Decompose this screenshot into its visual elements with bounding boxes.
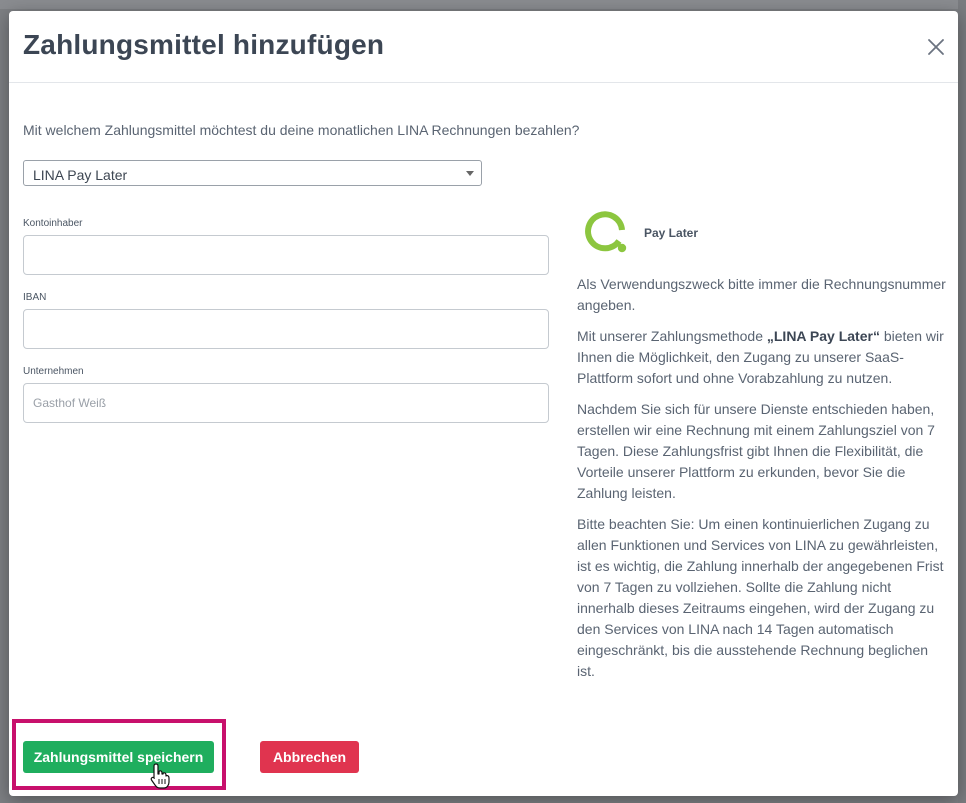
company-label: Unternehmen bbox=[23, 366, 84, 377]
backdrop-panel bbox=[958, 0, 966, 803]
info-emphasis: „LINA Pay Later“ bbox=[766, 328, 880, 344]
info-paragraph: Bitte beachten Sie: Um einen kontinuierl… bbox=[577, 516, 944, 679]
cancel-button[interactable]: Abbrechen bbox=[260, 741, 359, 773]
close-button[interactable] bbox=[925, 36, 947, 58]
iban-input[interactable] bbox=[23, 309, 549, 349]
backdrop-strip bbox=[0, 0, 966, 9]
company-input[interactable] bbox=[23, 383, 549, 423]
modal-title: Zahlungsmittel hinzufügen bbox=[23, 29, 385, 60]
close-icon bbox=[928, 39, 944, 55]
add-payment-modal: Zahlungsmittel hinzufügen Mit welchem Za… bbox=[9, 11, 958, 796]
info-paragraph: Mit unserer Zahlungsmethode „LINA Pay La… bbox=[577, 326, 949, 389]
payment-question: Mit welchem Zahlungsmittel möchtest du d… bbox=[23, 122, 580, 138]
info-paragraph: Als Verwendungszweck bitte immer die Rec… bbox=[577, 276, 946, 313]
info-paragraph: Nachdem Sie sich für unsere Dienste ents… bbox=[577, 401, 935, 501]
pay-later-label: Pay Later bbox=[644, 226, 699, 240]
payment-method-select[interactable]: LINA Pay Later bbox=[23, 160, 482, 186]
chevron-down-icon bbox=[466, 171, 474, 176]
save-payment-button[interactable]: Zahlungsmittel speichern bbox=[23, 741, 214, 773]
account-holder-label: Kontoinhaber bbox=[23, 218, 83, 229]
modal-header: Zahlungsmittel hinzufügen bbox=[9, 11, 958, 83]
pay-later-info: Als Verwendungszweck bitte immer die Rec… bbox=[577, 274, 949, 692]
info-text: Mit unserer Zahlungsmethode bbox=[577, 328, 767, 344]
payment-method-value: LINA Pay Later bbox=[33, 167, 128, 183]
lina-pay-later-logo bbox=[585, 211, 627, 253]
hand-pointer-icon bbox=[150, 763, 170, 789]
iban-label: IBAN bbox=[23, 292, 47, 303]
account-holder-input[interactable] bbox=[23, 235, 549, 275]
